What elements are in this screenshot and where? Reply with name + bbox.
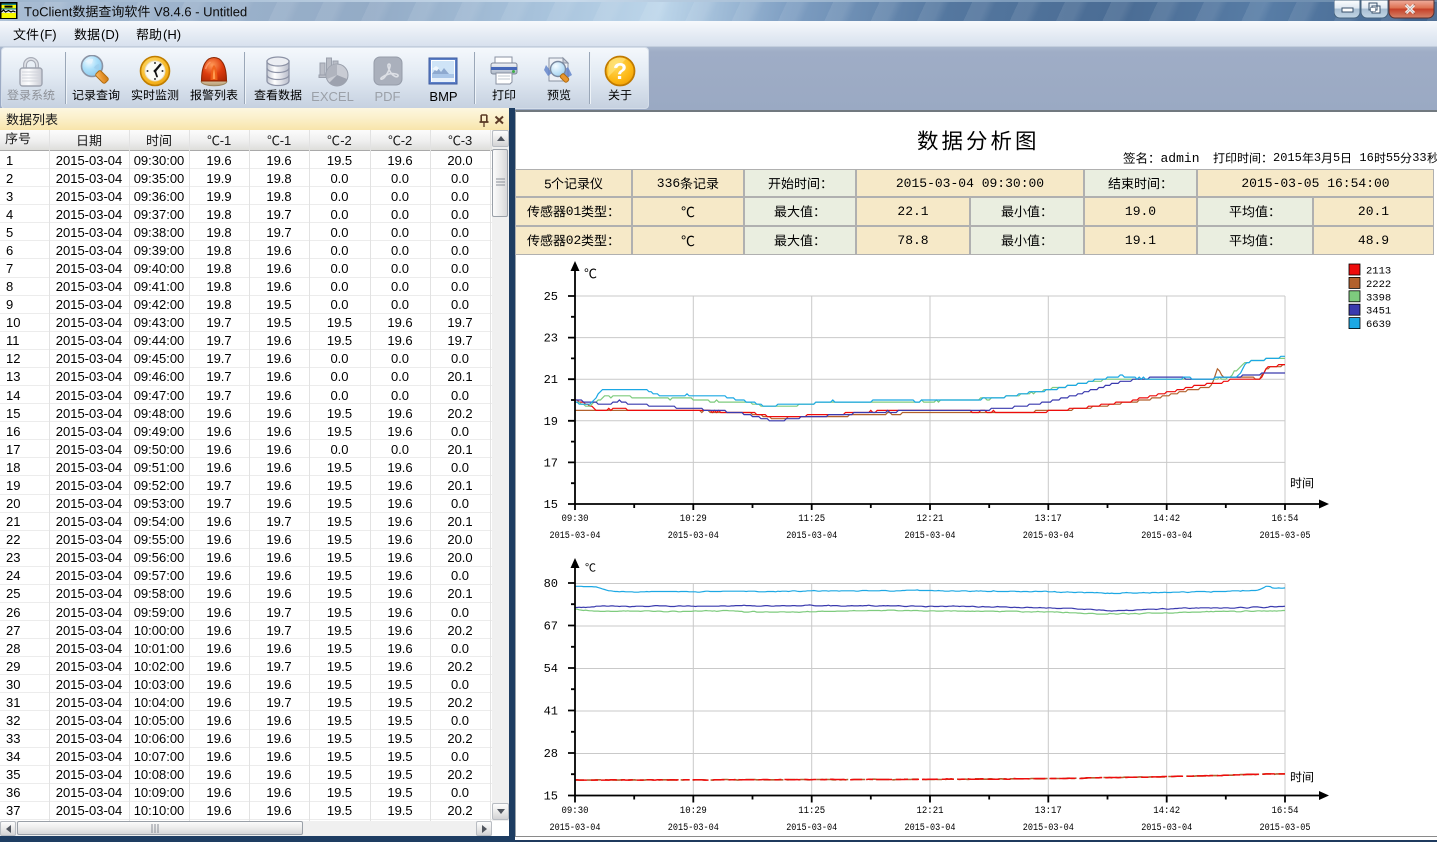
svg-text:2015-03-05: 2015-03-05: [1260, 822, 1311, 834]
svg-text:12:21: 12:21: [917, 805, 944, 817]
svg-text:2015-03-04: 2015-03-04: [1141, 822, 1192, 834]
svg-text:6639: 6639: [1366, 319, 1391, 331]
svg-text:80: 80: [544, 577, 558, 591]
svg-text:28: 28: [544, 747, 558, 761]
svg-text:19: 19: [544, 415, 558, 429]
svg-text:2015-03-04: 2015-03-04: [550, 822, 601, 834]
svg-text:25: 25: [544, 290, 558, 304]
svg-text:13:17: 13:17: [1035, 805, 1062, 817]
svg-text:09:30: 09:30: [562, 805, 589, 817]
svg-text:16:54: 16:54: [1272, 805, 1299, 817]
svg-text:10:29: 10:29: [680, 805, 707, 817]
svg-text:2015-03-04: 2015-03-04: [905, 530, 956, 542]
svg-text:17: 17: [544, 456, 558, 470]
svg-text:2015-03-05: 2015-03-05: [1260, 530, 1311, 542]
svg-text:2015-03-04: 2015-03-04: [786, 530, 837, 542]
svg-text:41: 41: [544, 705, 558, 719]
svg-text:13:17: 13:17: [1035, 513, 1062, 525]
svg-text:14:42: 14:42: [1153, 513, 1180, 525]
svg-text:54: 54: [544, 662, 558, 676]
svg-text:21: 21: [544, 373, 558, 387]
svg-text:3451: 3451: [1366, 306, 1391, 318]
svg-text:3398: 3398: [1366, 292, 1391, 304]
svg-text:67: 67: [544, 620, 558, 634]
svg-text:16:54: 16:54: [1272, 513, 1299, 525]
svg-text:2015-03-04: 2015-03-04: [668, 822, 719, 834]
svg-text:14:42: 14:42: [1153, 805, 1180, 817]
svg-text:15: 15: [544, 790, 558, 804]
svg-text:2015-03-04: 2015-03-04: [550, 530, 601, 542]
svg-text:15: 15: [544, 498, 558, 512]
svg-text:2015-03-04: 2015-03-04: [668, 530, 719, 542]
svg-text:2015-03-04: 2015-03-04: [786, 822, 837, 834]
svg-text:11:25: 11:25: [798, 513, 825, 525]
svg-text:09:30: 09:30: [562, 513, 589, 525]
svg-text:?: ?: [613, 58, 627, 84]
svg-text:10:29: 10:29: [680, 513, 707, 525]
svg-text:2015-03-04: 2015-03-04: [1141, 530, 1192, 542]
svg-text:12:21: 12:21: [917, 513, 944, 525]
svg-text:2015-03-04: 2015-03-04: [905, 822, 956, 834]
svg-text:11:25: 11:25: [798, 805, 825, 817]
svg-text:2015-03-04: 2015-03-04: [1023, 822, 1074, 834]
svg-text:2113: 2113: [1366, 266, 1391, 278]
svg-text:23: 23: [544, 332, 558, 346]
svg-text:2015-03-04: 2015-03-04: [1023, 530, 1074, 542]
svg-text:2222: 2222: [1366, 279, 1391, 291]
